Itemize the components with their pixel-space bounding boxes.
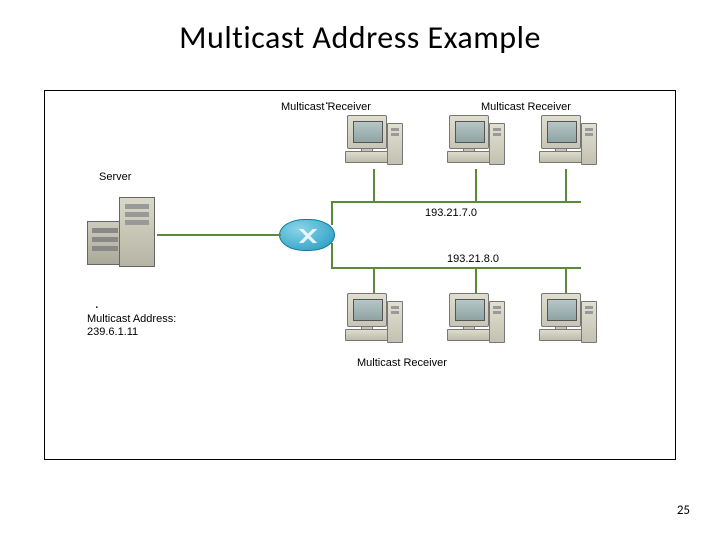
net1-bus <box>331 201 581 203</box>
link-router-net1 <box>331 201 333 225</box>
receiver-bottom-label: Multicast Receiver <box>357 357 447 369</box>
net1-drop-2 <box>475 169 477 203</box>
server-label: Server <box>99 171 131 183</box>
net2-drop-3 <box>565 267 567 295</box>
dot-left: . <box>95 295 99 312</box>
link-server-router <box>157 234 281 236</box>
mcast-address-value: 239.6.1.11 <box>87 326 138 338</box>
computer-bot-3 <box>535 293 597 351</box>
link-router-net2 <box>331 243 333 269</box>
net1-drop-3 <box>565 169 567 203</box>
net1-label: 193.21.7.0 <box>425 207 477 219</box>
server-icon <box>87 191 159 271</box>
net1-drop-1 <box>373 169 375 203</box>
receiver-top2-label: Multicast Receiver <box>481 101 571 113</box>
computer-bot-1 <box>341 293 403 351</box>
slide-title: Multicast Address Example <box>0 0 720 57</box>
router-icon <box>279 219 335 251</box>
slide-number: 25 <box>677 503 690 518</box>
net2-drop-1 <box>373 267 375 295</box>
diagram-frame: Server . Multicast Address: 239.6.1.11 1… <box>44 90 676 460</box>
computer-top-2 <box>443 115 505 173</box>
computer-bot-2 <box>443 293 505 351</box>
mcast-address-label: Multicast Address: <box>87 313 176 325</box>
net2-bus <box>331 267 581 269</box>
receiver-top1-label: Multicast Receiver <box>281 101 371 113</box>
computer-top-1 <box>341 115 403 173</box>
computer-top-3 <box>535 115 597 173</box>
net2-drop-2 <box>475 267 477 295</box>
net2-label: 193.21.8.0 <box>447 253 499 265</box>
